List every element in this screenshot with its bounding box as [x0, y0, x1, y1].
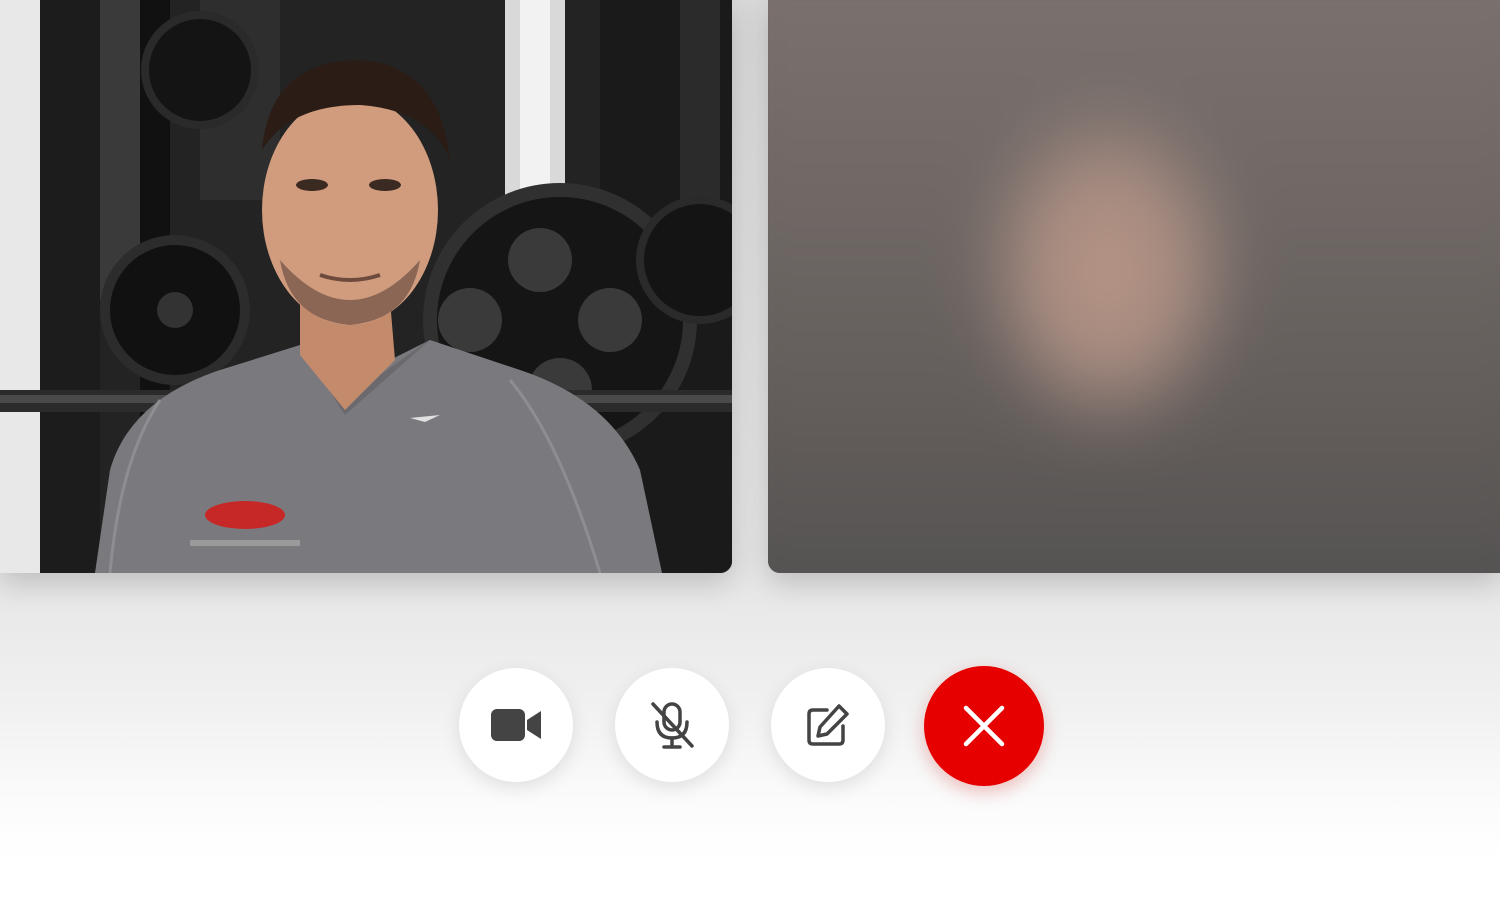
end-call-button[interactable]	[924, 666, 1044, 786]
participant-video-1	[0, 0, 732, 573]
edit-icon	[805, 702, 851, 748]
edit-button[interactable]	[771, 668, 885, 782]
microphone-muted-icon	[648, 700, 696, 750]
call-controls-bar	[0, 666, 1500, 787]
microphone-toggle-button[interactable]	[615, 668, 729, 782]
video-camera-icon	[490, 707, 542, 743]
participant-video-tile-2[interactable]	[768, 0, 1500, 573]
camera-toggle-button[interactable]	[459, 668, 573, 782]
participant-video-tile-1[interactable]	[0, 0, 732, 573]
participant-video-2-blurred	[768, 0, 1500, 573]
close-icon	[963, 705, 1005, 747]
